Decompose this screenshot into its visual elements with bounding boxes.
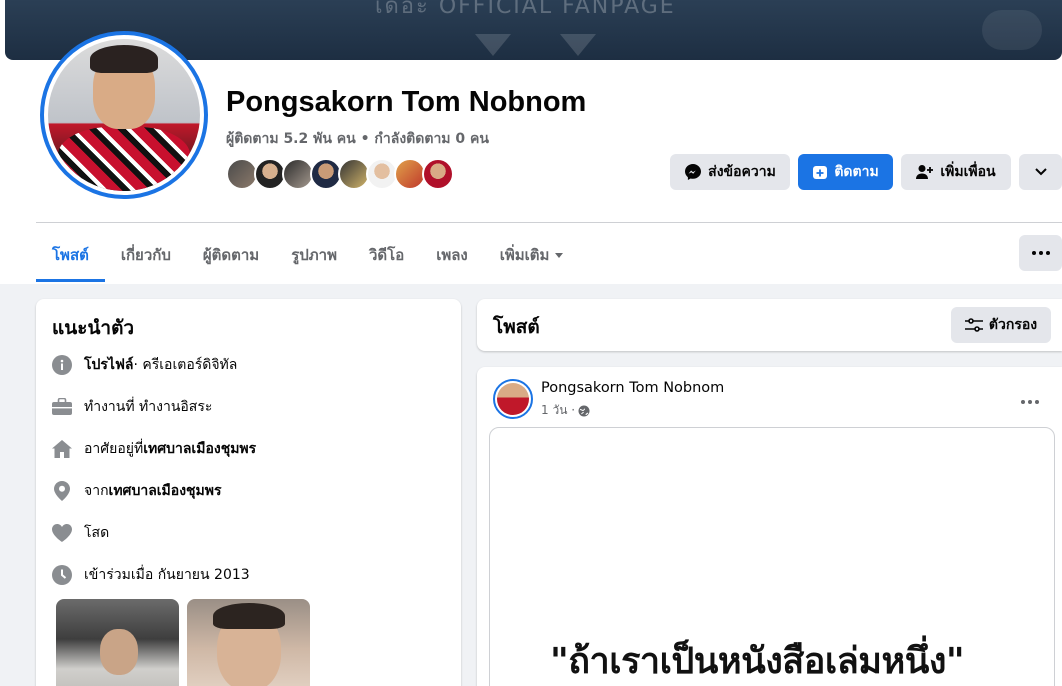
cover-decoration (560, 34, 596, 56)
chevron-down-icon (1034, 168, 1047, 176)
featured-photo[interactable] (187, 599, 310, 686)
intro-profile-label: โปรไฟล์ (84, 357, 134, 373)
profile-options-button[interactable] (1019, 235, 1062, 271)
intro-row-profile: โปรไฟล์ · ครีเอเตอร์ดิจิทัล (52, 354, 237, 376)
more-horizontal-icon (1021, 400, 1039, 404)
globe-icon (578, 405, 590, 416)
tab-music[interactable]: เพลง (420, 228, 484, 282)
more-actions-button[interactable] (1019, 154, 1062, 190)
post-author-avatar[interactable] (493, 379, 533, 419)
filter-icon (964, 318, 983, 332)
heart-icon (52, 523, 72, 543)
intro-from-prefix: จาก (84, 483, 109, 499)
intro-lives-place[interactable]: เทศบาลเมืองชุมพร (143, 438, 256, 460)
featured-photo[interactable] (56, 599, 179, 686)
post-card: Pongsakorn Tom Nobnom 1 วัน · "ถ้าเราเป็… (477, 367, 1062, 686)
header-divider (36, 222, 1062, 223)
intro-row-work: ทำงานที่ ทำงานอิสระ (52, 396, 212, 418)
home-icon (52, 439, 72, 459)
info-icon (52, 355, 72, 375)
tab-posts[interactable]: โพสต์ (36, 228, 105, 282)
filter-button[interactable]: ตัวกรอง (951, 307, 1051, 343)
add-friend-button-label: เพิ่มเพื่อน (940, 164, 996, 180)
intro-card: แนะนำตัว โปรไฟล์ · ครีเอเตอร์ดิจิทัล ทำง… (36, 299, 461, 686)
profile-tabs: โพสต์ เกี่ยวกับ ผู้ติดตาม รูปภาพ วิดีโอ … (36, 228, 579, 282)
message-button-label: ส่งข้อความ (708, 164, 776, 180)
intro-row-from: จาก เทศบาลเมืองชุมพร (52, 480, 222, 502)
intro-work-text[interactable]: ทำงานที่ ทำงานอิสระ (84, 396, 212, 418)
filter-button-label: ตัวกรอง (988, 317, 1038, 333)
add-friend-button[interactable]: เพิ่มเพื่อน (901, 154, 1011, 190)
follower-avatars[interactable] (226, 158, 454, 190)
message-button[interactable]: ส่งข้อความ (670, 154, 790, 190)
post-time[interactable]: 1 วัน · (541, 401, 575, 420)
posts-header-card: โพสต์ ตัวกรอง (477, 299, 1062, 351)
follow-icon (813, 166, 828, 179)
location-pin-icon (52, 481, 72, 501)
briefcase-icon (52, 397, 72, 417)
intro-relationship-text: โสด (84, 525, 110, 541)
tab-more-label: เพิ่มเติม (499, 246, 550, 264)
profile-name: Pongsakorn Tom Nobnom (226, 86, 587, 118)
profile-avatar[interactable] (40, 31, 208, 199)
post-author-name[interactable]: Pongsakorn Tom Nobnom (541, 380, 724, 396)
intro-row-relationship: โสด (52, 522, 109, 544)
clock-icon (52, 565, 72, 585)
add-friend-icon (916, 165, 934, 179)
photo-subject-hair (213, 603, 285, 629)
post-meta: 1 วัน · (541, 401, 590, 420)
intro-joined-text: เข้าร่วมเมื่อ กันยายน 2013 (84, 567, 250, 583)
tab-followers[interactable]: ผู้ติดตาม (187, 228, 275, 282)
messenger-icon (685, 164, 702, 180)
post-options-button[interactable] (1021, 389, 1039, 408)
avatar[interactable] (422, 158, 454, 190)
caret-down-icon (555, 252, 564, 258)
cover-text: เดอะ OFFICIAL FANPAGE (375, 0, 676, 19)
cover-decoration (475, 34, 511, 56)
intro-from-place[interactable]: เทศบาลเมืองชุมพร (109, 480, 222, 502)
photo-subject (100, 629, 138, 675)
post-image-text: "ถ้าเราเป็นหนังสือเล่มหนึ่ง" (550, 641, 965, 682)
profile-avatar-image (48, 39, 200, 191)
post-image[interactable]: "ถ้าเราเป็นหนังสือเล่มหนึ่ง" (489, 427, 1055, 686)
tab-about[interactable]: เกี่ยวกับ (105, 228, 187, 282)
posts-title: โพสต์ (493, 316, 540, 338)
intro-profile-category: · ครีเอเตอร์ดิจิทัล (133, 357, 238, 373)
tab-photos[interactable]: รูปภาพ (275, 228, 353, 282)
follow-button-label: ติดตาม (834, 164, 879, 180)
profile-stats[interactable]: ผู้ติดตาม 5.2 พัน คน • กำลังติดตาม 0 คน (226, 128, 489, 150)
intro-row-joined: เข้าร่วมเมื่อ กันยายน 2013 (52, 564, 250, 586)
more-horizontal-icon (1031, 251, 1050, 255)
follow-button[interactable]: ติดตาม (798, 154, 893, 190)
intro-title: แนะนำตัว (52, 317, 135, 339)
tab-more[interactable]: เพิ่มเติม (484, 228, 580, 282)
cover-decoration (982, 10, 1042, 50)
profile-header: เดอะ OFFICIAL FANPAGE Pongsakorn Tom Nob… (0, 0, 1062, 284)
intro-lives-prefix: อาศัยอยู่ที่ (84, 441, 144, 457)
tab-videos[interactable]: วิดีโอ (353, 228, 420, 282)
intro-row-lives: อาศัยอยู่ที่ เทศบาลเมืองชุมพร (52, 438, 256, 460)
